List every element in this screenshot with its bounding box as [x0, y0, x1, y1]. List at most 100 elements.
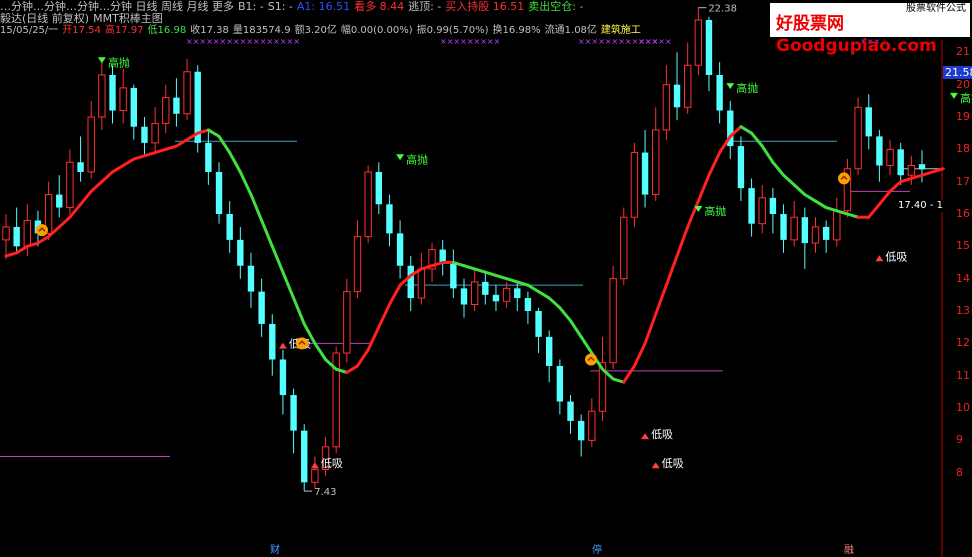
ma-line-segment: [174, 138, 189, 148]
candle-body[interactable]: [311, 468, 319, 483]
candle-body[interactable]: [247, 265, 255, 292]
candle-body[interactable]: [130, 87, 138, 127]
candle-body[interactable]: [439, 249, 446, 263]
candle-body[interactable]: [301, 430, 308, 483]
candle-body[interactable]: [790, 216, 798, 241]
candle-body[interactable]: [183, 71, 191, 115]
candle-body[interactable]: [492, 294, 500, 302]
candle-body[interactable]: [258, 291, 265, 324]
event-tag[interactable]: 财: [268, 545, 282, 557]
candle-body[interactable]: [279, 359, 287, 396]
candle-body[interactable]: [226, 214, 233, 240]
candle-body[interactable]: [514, 288, 521, 299]
candle-body[interactable]: [237, 239, 244, 266]
candle-body[interactable]: [758, 197, 766, 225]
ma-line-segment: [15, 244, 29, 255]
candle-body[interactable]: [865, 107, 872, 137]
toolbar-item-1[interactable]: B1: -: [238, 0, 264, 13]
candle-body[interactable]: [886, 148, 894, 166]
ma-line-segment: [121, 157, 136, 167]
toolbar-item-5[interactable]: 逃顶: -: [408, 0, 441, 13]
candle-body[interactable]: [769, 197, 777, 214]
candle-body[interactable]: [577, 420, 585, 441]
candle-body[interactable]: [343, 291, 351, 354]
toolbar-item-2[interactable]: S1: -: [268, 0, 293, 13]
candle-body[interactable]: [854, 106, 862, 170]
toolbar-item-3[interactable]: A1: 16.51: [297, 0, 350, 13]
candle-body[interactable]: [556, 365, 564, 402]
candle-body[interactable]: [56, 194, 63, 208]
candle-body[interactable]: [364, 171, 372, 238]
candle-body[interactable]: [77, 162, 84, 172]
candle-body[interactable]: [705, 20, 713, 75]
candle-body[interactable]: [205, 142, 212, 172]
candle-body[interactable]: [876, 136, 883, 166]
candle-body[interactable]: [524, 298, 532, 311]
buy-signal-label: 低吸: [885, 250, 907, 263]
candle-body[interactable]: [833, 210, 841, 241]
candle-body[interactable]: [215, 171, 223, 214]
toolbar-item-7[interactable]: 卖出空仓: -: [528, 0, 583, 13]
event-tag[interactable]: 融: [842, 545, 856, 557]
candle-body[interactable]: [290, 395, 297, 431]
candle-body[interactable]: [119, 87, 127, 112]
candle-body[interactable]: [151, 122, 159, 144]
candle-body[interactable]: [567, 401, 574, 421]
candle-body[interactable]: [98, 74, 106, 118]
candle-body[interactable]: [141, 126, 148, 143]
candle-body[interactable]: [716, 74, 723, 111]
candle-body[interactable]: [588, 410, 596, 441]
candle-body[interactable]: [652, 129, 660, 196]
candle-body[interactable]: [66, 161, 74, 209]
candle-body[interactable]: [641, 152, 649, 195]
toolbar-item-4[interactable]: 看多 8.44: [354, 0, 404, 13]
candle-body[interactable]: [269, 323, 276, 360]
candle-body[interactable]: [737, 146, 745, 189]
candle-body[interactable]: [535, 311, 542, 337]
candle-body[interactable]: [748, 188, 755, 224]
candle-body[interactable]: [482, 281, 489, 295]
candle-body[interactable]: [162, 97, 170, 124]
candle-body[interactable]: [630, 152, 639, 218]
candle-body[interactable]: [417, 268, 426, 299]
candle-body[interactable]: [662, 84, 671, 131]
candle-body[interactable]: [907, 165, 916, 176]
candle-body[interactable]: [375, 171, 382, 205]
chart-window: { "header": { "line1": [ {"text":"…分钟…分钟…: [0, 0, 972, 557]
candle-body[interactable]: [811, 226, 820, 244]
candle-body[interactable]: [173, 97, 180, 114]
candle-body[interactable]: [897, 149, 904, 176]
candle-body[interactable]: [23, 219, 31, 247]
candle-body[interactable]: [918, 164, 926, 170]
candle-body[interactable]: [353, 236, 362, 293]
candle-body[interactable]: [822, 226, 830, 240]
ma-line-segment: [494, 273, 509, 281]
toolbar-item-6[interactable]: 买入持股 16.51: [445, 0, 524, 13]
ma-line-segment: [845, 212, 860, 219]
candle-body[interactable]: [546, 336, 553, 366]
candle-body[interactable]: [801, 217, 809, 244]
candle-body[interactable]: [673, 84, 681, 108]
watermark-logo: 股票软件公式 好股票网Goodgupiao.com: [770, 3, 970, 56]
candle-body[interactable]: [620, 216, 628, 280]
event-tag[interactable]: 停: [590, 545, 604, 557]
candlestick-chart[interactable]: ××××××××××××××××× ××××××××× ××××××××××××××…: [0, 0, 972, 557]
candle-body[interactable]: [780, 214, 787, 240]
candle-body[interactable]: [694, 19, 703, 66]
candle-body[interactable]: [470, 281, 479, 306]
candle-body[interactable]: [450, 262, 457, 289]
candle-body[interactable]: [87, 116, 95, 173]
candle-body[interactable]: [502, 287, 511, 302]
candle-body[interactable]: [396, 233, 404, 266]
ma-line-segment: [153, 147, 168, 155]
candle-body[interactable]: [109, 74, 116, 111]
candle-body[interactable]: [407, 265, 414, 299]
candle-body[interactable]: [609, 278, 617, 364]
candle-body[interactable]: [13, 226, 20, 247]
ma-line-segment: [888, 180, 903, 193]
candle-body[interactable]: [460, 288, 468, 305]
sell-signal-label: 高抛: [406, 152, 428, 166]
candle-body[interactable]: [683, 64, 692, 108]
candle-body[interactable]: [386, 204, 393, 234]
candle-body[interactable]: [2, 226, 10, 241]
